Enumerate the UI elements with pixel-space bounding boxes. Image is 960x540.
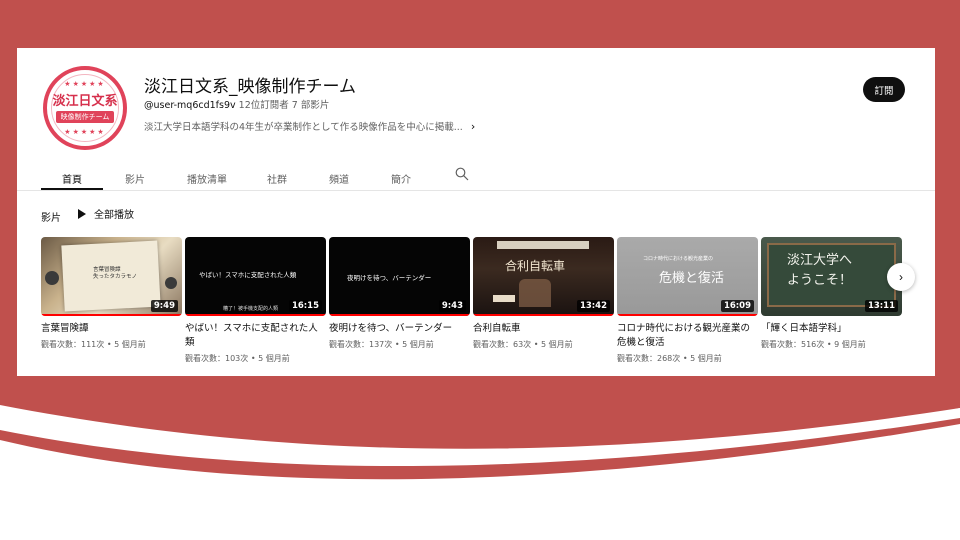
video-title[interactable]: 言葉冒険譚 (41, 322, 182, 336)
video-thumbnail[interactable]: やばい！スマホに支配された人類 糟了！被手機支配的人類 16:15 (185, 237, 326, 316)
thumbnail-caption: 合利自転車 (505, 259, 566, 273)
channel-handle: @user-mq6cd1fs9v (144, 100, 236, 111)
tab-videos[interactable]: 影片 (125, 161, 145, 186)
video-meta: 觀看次數：111次 • 5 個月前 (41, 340, 146, 349)
video-thumbnail[interactable]: 言葉冒険譚 失ったタカラモノ 9:49 (41, 237, 182, 316)
video-thumbnail[interactable]: 淡江大学へ ようこそ！ 13:11 (761, 237, 902, 316)
video-meta: 觀看次數：516次 • 9 個月前 (761, 340, 866, 349)
logo-subtitle: 映像制作チーム (55, 110, 115, 123)
tab-channels[interactable]: 頻道 (329, 161, 349, 186)
video-meta: 觀看次數：103次 • 5 個月前 (185, 354, 290, 363)
video-duration: 9:49 (150, 300, 178, 312)
tab-community[interactable]: 社群 (267, 161, 287, 186)
watch-progress-bar (41, 314, 182, 316)
watch-progress-bar (617, 314, 758, 316)
search-icon[interactable] (455, 161, 469, 184)
channel-name: 淡江日文系_映像制作チーム (144, 77, 356, 97)
channel-description[interactable]: 淡江大学日本語学科の4年生が卒業制作として作る映像作品を中心に掲載... › (144, 119, 476, 134)
subscribe-button[interactable]: 訂閱 (863, 77, 905, 102)
thumbnail-caption: 危機と復活 (659, 271, 725, 286)
watch-progress-bar (473, 314, 614, 316)
video-title[interactable]: やばい！スマホに支配された人類 (185, 322, 326, 350)
video-thumbnail[interactable]: コロナ時代における観光産業の 危機と復活 16:09 (617, 237, 758, 316)
subscriber-count: 12位訂閱者 (238, 100, 289, 111)
video-card[interactable]: 言葉冒険譚 失ったタカラモノ 9:49 言葉冒険譚 觀看次數：111次 • 5 … (41, 237, 182, 350)
star-icon: ★★★★★ (64, 80, 106, 88)
video-card[interactable]: コロナ時代における観光産業の 危機と復活 16:09 コロナ時代における観光産業… (617, 237, 758, 364)
channel-meta: @user-mq6cd1fs9v 12位訂閱者 7 部影片 (144, 97, 329, 111)
thumbnail-caption: やばい！スマホに支配された人類 (199, 271, 297, 279)
section-title: 影片 (41, 213, 61, 224)
tab-home[interactable]: 首頁 (41, 161, 103, 190)
video-title[interactable]: 合利自転車 (473, 322, 614, 336)
youtube-channel-page: ★★★★★ 淡江日文系 映像制作チーム ★★★★★ 淡江日文系_映像制作チーム … (17, 48, 935, 376)
video-thumbnail[interactable]: 夜明けを待つ、バーテンダー 9:43 (329, 237, 470, 316)
next-arrow-button[interactable]: › (887, 263, 915, 291)
video-card[interactable]: やばい！スマホに支配された人類 糟了！被手機支配的人類 16:15 やばい！スマ… (185, 237, 326, 364)
tab-about[interactable]: 簡介 (391, 161, 411, 186)
video-meta: 觀看次數：137次 • 5 個月前 (329, 340, 434, 349)
thumbnail-subcaption: 糟了！被手機支配的人類 (223, 306, 279, 312)
video-duration: 16:09 (720, 300, 754, 312)
tabs-divider (17, 190, 935, 191)
thumbnail-subcaption: コロナ時代における観光産業の (643, 256, 714, 262)
video-title[interactable]: コロナ時代における観光産業の危機と復活 (617, 322, 758, 350)
video-title[interactable]: 夜明けを待つ、バーテンダー (329, 322, 470, 336)
video-duration: 9:43 (438, 300, 466, 312)
video-duration: 13:42 (576, 300, 610, 312)
video-thumbnail[interactable]: 合利自転車 13:42 (473, 237, 614, 316)
play-all-button[interactable]: 全部播放 (78, 206, 134, 221)
thumbnail-caption: 言葉冒険譚 失ったタカラモノ (93, 267, 138, 280)
watch-progress-bar (185, 314, 326, 316)
thumbnail-caption: 淡江大学へ ようこそ！ (787, 253, 853, 288)
video-shelf: 言葉冒険譚 失ったタカラモノ 9:49 言葉冒険譚 觀看次數：111次 • 5 … (41, 237, 902, 367)
video-duration: 13:11 (864, 300, 898, 312)
star-icon: ★★★★★ (64, 128, 106, 136)
video-meta: 觀看次數：268次 • 5 個月前 (617, 354, 722, 363)
video-card[interactable]: 夜明けを待つ、バーテンダー 9:43 夜明けを待つ、バーテンダー 觀看次數：13… (329, 237, 470, 350)
channel-tabs: 首頁 影片 播放清單 社群 頻道 簡介 (41, 161, 469, 191)
logo-title: 淡江日文系 (52, 93, 118, 109)
play-icon (78, 208, 86, 219)
video-meta: 觀看次數：63次 • 5 個月前 (473, 340, 573, 349)
chevron-right-icon: › (470, 119, 476, 133)
video-count: 7 部影片 (291, 100, 330, 111)
video-card[interactable]: 淡江大学へ ようこそ！ 13:11 「輝く日本語学科」 觀看次數：516次 • … (761, 237, 902, 350)
thumbnail-caption: 夜明けを待つ、バーテンダー (347, 274, 432, 282)
video-card[interactable]: 合利自転車 13:42 合利自転車 觀看次數：63次 • 5 個月前 (473, 237, 614, 350)
tab-playlists[interactable]: 播放清單 (187, 161, 227, 186)
play-all-label: 全部播放 (94, 210, 134, 221)
video-duration: 16:15 (288, 300, 322, 312)
video-title[interactable]: 「輝く日本語学科」 (761, 322, 902, 336)
chevron-right-icon: › (899, 270, 903, 284)
watch-progress-bar (329, 314, 470, 316)
description-text: 淡江大学日本語学科の4年生が卒業制作として作る映像作品を中心に掲載... (144, 122, 463, 133)
channel-avatar[interactable]: ★★★★★ 淡江日文系 映像制作チーム ★★★★★ (43, 66, 127, 150)
